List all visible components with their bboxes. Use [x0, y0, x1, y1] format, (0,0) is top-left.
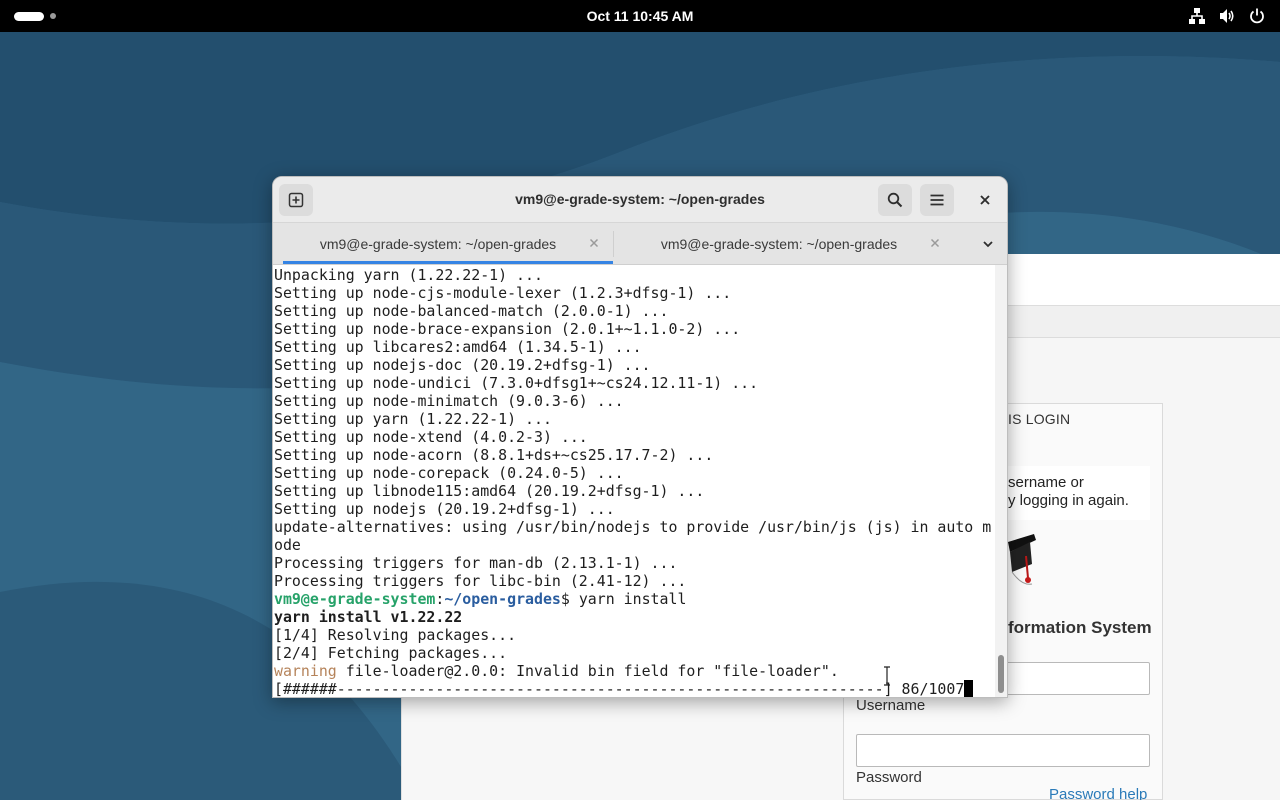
tab-1[interactable]: vm9@e-grade-system: ~/open-grades — [273, 223, 613, 264]
close-button[interactable] — [973, 188, 997, 212]
terminal-line: Setting up libnode115:amd64 (20.19.2+dfs… — [274, 482, 705, 500]
terminal-line: Setting up node-corepack (0.24.0-5) ... — [274, 464, 624, 482]
tab-list-dropdown[interactable] — [977, 233, 999, 255]
clock-container: Oct 11 10:45 AM — [0, 0, 1280, 32]
progress-bar-text: [######---------------------------------… — [274, 680, 965, 697]
browser-toolbar — [1000, 254, 1280, 306]
terminal-line: Unpacking yarn (1.22.22-1) ... — [274, 266, 543, 284]
step-line: [2/4] Fetching packages... — [274, 644, 991, 662]
yarn-header: yarn install v1.22.22 — [274, 608, 463, 626]
chevron-down-icon — [983, 241, 993, 248]
system-tray[interactable] — [1188, 7, 1266, 25]
prompt-line: vm9@e-grade-system:~/open-grades$ yarn i… — [274, 590, 991, 608]
terminal-line: Setting up nodejs (20.19.2+dfsg-1) ... — [274, 500, 615, 518]
prompt-symbol: $ — [560, 590, 579, 608]
terminal-line: Setting up node-acorn (8.8.1+ds+~cs25.17… — [274, 446, 714, 464]
password-help-link[interactable]: Password help — [1049, 786, 1147, 800]
tab-1-label: vm9@e-grade-system: ~/open-grades — [319, 235, 557, 252]
terminal-cursor — [964, 680, 974, 697]
terminal-line: Setting up node-minimatch (9.0.3-6) ... — [274, 392, 624, 410]
warning-text: file-loader@2.0.0: Invalid bin field for… — [336, 662, 839, 680]
warning-label: warning — [274, 662, 337, 680]
close-icon — [980, 195, 990, 205]
window-title: vm9@e-grade-system: ~/open-grades — [515, 191, 765, 207]
search-button[interactable] — [878, 184, 912, 216]
terminal-line: update-alternatives: using /usr/bin/node… — [274, 518, 992, 536]
workspace-indicator — [50, 13, 56, 19]
terminal-window[interactable]: vm9@e-grade-system: ~/open-grades vm9@e-… — [272, 176, 1008, 698]
password-input[interactable] — [856, 734, 1150, 767]
top-bar: Oct 11 10:45 AM — [0, 0, 1280, 32]
terminal-line: Processing triggers for man-db (2.13.1-1… — [274, 554, 678, 572]
volume-icon[interactable] — [1218, 7, 1236, 25]
username-label: Username — [856, 697, 926, 714]
login-message: sername or y logging in again. — [1008, 474, 1129, 510]
password-label: Password — [856, 769, 922, 786]
terminal-line: Processing triggers for libc-bin (2.41-1… — [274, 572, 687, 590]
login-heading: IS LOGIN — [1008, 411, 1071, 427]
terminal-line: Setting up node-undici (7.3.0+dfsg1+~cs2… — [274, 374, 759, 392]
workspace-indicator-active — [14, 11, 44, 21]
step-resolving: [1/4] Resolving packages... — [274, 626, 517, 644]
login-message-line2: y logging in again. — [1008, 492, 1129, 509]
new-tab-button[interactable] — [279, 184, 313, 216]
terminal-line: Setting up node-xtend (4.0.2-3) ... — [274, 428, 588, 446]
activities-button[interactable] — [14, 11, 56, 21]
tab-2[interactable]: vm9@e-grade-system: ~/open-grades — [614, 223, 954, 264]
terminal-scrollbar[interactable] — [995, 265, 1007, 697]
prompt-separator: : — [435, 590, 445, 608]
terminal-line: Setting up libcares2:amd64 (1.34.5-1) ..… — [274, 338, 642, 356]
search-icon — [887, 192, 903, 208]
new-tab-icon — [288, 192, 304, 208]
terminal-lines: Unpacking yarn (1.22.22-1) ... Setting up… — [274, 266, 991, 697]
power-icon[interactable] — [1248, 7, 1266, 25]
tab-2-close-icon[interactable] — [927, 235, 943, 251]
step-line: [1/4] Resolving packages... — [274, 626, 991, 644]
step-fetching: [2/4] Fetching packages... — [274, 644, 508, 662]
terminal-line: Setting up node-cjs-module-lexer (1.2.3+… — [274, 284, 732, 302]
login-message-line1: sername or — [1008, 474, 1084, 491]
prompt-path: ~/open-grades — [444, 590, 561, 608]
clock[interactable]: Oct 11 10:45 AM — [587, 8, 694, 24]
tab-bar: vm9@e-grade-system: ~/open-grades vm9@e-… — [273, 223, 1007, 265]
terminal-line: Setting up yarn (1.22.22-1) ... — [274, 410, 552, 428]
text-cursor-icon — [883, 666, 891, 686]
prompt-user: vm9@e-grade-system — [274, 590, 436, 608]
terminal-line: ode — [274, 536, 301, 554]
active-tab-indicator — [283, 261, 613, 264]
tab-2-label: vm9@e-grade-system: ~/open-grades — [660, 235, 898, 252]
terminal-headerbar[interactable]: vm9@e-grade-system: ~/open-grades — [273, 177, 1007, 223]
terminal-line: Setting up node-brace-expansion (2.0.1+~… — [274, 320, 741, 338]
menu-button[interactable] — [920, 184, 954, 216]
hamburger-menu-icon — [930, 194, 944, 206]
yarn-header-line: yarn install v1.22.22 — [274, 608, 991, 626]
command-text: yarn install — [578, 590, 687, 608]
terminal-line: Setting up nodejs-doc (20.19.2+dfsg-1) .… — [274, 356, 651, 374]
network-icon[interactable] — [1188, 7, 1206, 25]
browser-bookmarks-bar — [1000, 306, 1280, 338]
system-name: formation System — [1008, 618, 1152, 637]
tab-1-close-icon[interactable] — [586, 235, 602, 251]
terminal-output[interactable]: Unpacking yarn (1.22.22-1) ... Setting up… — [273, 265, 995, 697]
graduation-cap-logo — [1008, 528, 1042, 594]
terminal-line: Setting up node-balanced-match (2.0.0-1)… — [274, 302, 669, 320]
scrollbar-thumb[interactable] — [998, 655, 1004, 693]
